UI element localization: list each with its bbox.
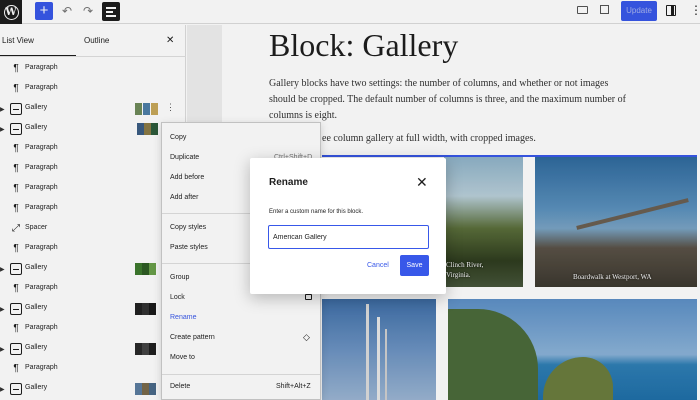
rename-dialog: Rename ✕ Enter a custom name for this bl… <box>250 158 446 294</box>
cancel-button[interactable]: Cancel <box>367 262 389 269</box>
close-icon[interactable]: ✕ <box>416 174 428 191</box>
block-name-input[interactable] <box>268 225 429 249</box>
dialog-title: Rename <box>269 177 308 188</box>
dialog-help-text: Enter a custom name for this block. <box>269 209 364 215</box>
save-button[interactable]: Save <box>400 255 429 276</box>
